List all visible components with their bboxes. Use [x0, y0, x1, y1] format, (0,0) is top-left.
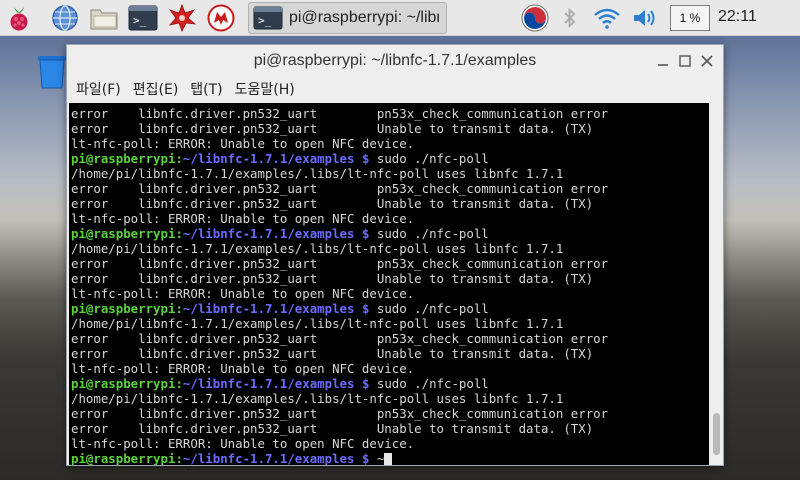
- terminal-output-line: lt-nfc-poll: ERROR: Unable to open NFC d…: [71, 436, 415, 451]
- prompt-path: ~/libnfc-1.7.1/examples: [182, 376, 355, 391]
- prompt-path: ~/libnfc-1.7.1/examples: [182, 301, 355, 316]
- raspberry-menu-icon[interactable]: [4, 3, 34, 33]
- prompt-colon: :: [175, 301, 183, 316]
- wifi-icon[interactable]: [592, 3, 622, 33]
- prompt-dollar: $: [354, 301, 370, 316]
- prompt-user: pi@raspberrypi: [71, 451, 176, 465]
- terminal-prompt-line: pi@raspberrypi:~/libnfc-1.7.1/examples $…: [71, 376, 608, 391]
- terminal-prompt-line: pi@raspberrypi:~/libnfc-1.7.1/examples $…: [71, 226, 608, 241]
- prompt-colon: :: [175, 226, 183, 241]
- terminal-prompt-line: pi@raspberrypi:~/libnfc-1.7.1/examples $…: [71, 451, 608, 465]
- trash-icon[interactable]: [36, 50, 68, 90]
- web-browser-icon[interactable]: [50, 3, 80, 33]
- vertical-scrollbar[interactable]: [711, 103, 723, 465]
- terminal-output-line: error libnfc.driver.pn532_uart pn53x_che…: [71, 181, 609, 196]
- prompt-command: sudo ./nfc-poll: [369, 301, 489, 316]
- terminal-output-line: /home/pi/libnfc-1.7.1/examples/.libs/lt-…: [71, 166, 564, 181]
- taskbar-panel: >_ >_ pi@raspberrypi: ~/libn 1 % 22:11: [0, 0, 800, 36]
- prompt-dollar: $: [354, 151, 370, 166]
- prompt-user: pi@raspberrypi: [71, 376, 176, 391]
- terminal-output-line: lt-nfc-poll: ERROR: Unable to open NFC d…: [71, 136, 415, 151]
- prompt-path: ~/libnfc-1.7.1/examples: [182, 226, 355, 241]
- terminal-output-line: /home/pi/libnfc-1.7.1/examples/.libs/lt-…: [71, 391, 564, 406]
- terminal-output-line: error libnfc.driver.pn532_uart pn53x_che…: [71, 406, 609, 421]
- terminal-output-line: error libnfc.driver.pn532_uart Unable to…: [71, 271, 594, 286]
- terminal-output-line: lt-nfc-poll: ERROR: Unable to open NFC d…: [71, 361, 415, 376]
- wolfram-icon[interactable]: [206, 3, 236, 33]
- prompt-user: pi@raspberrypi: [71, 151, 176, 166]
- prompt-colon: :: [175, 151, 183, 166]
- terminal-output-line: error libnfc.driver.pn532_uart pn53x_che…: [71, 106, 609, 121]
- menu-file[interactable]: 파일(F): [76, 79, 121, 99]
- scrollbar-thumb[interactable]: [713, 413, 720, 455]
- terminal-output-line: error libnfc.driver.pn532_uart Unable to…: [71, 346, 594, 361]
- prompt-command: sudo ./nfc-poll: [369, 226, 489, 241]
- minimize-icon[interactable]: [655, 53, 671, 69]
- menu-bar: 파일(F) 편집(E) 탭(T) 도움말(H): [67, 77, 723, 101]
- maximize-icon[interactable]: [677, 53, 693, 69]
- svg-text:>_: >_: [258, 14, 272, 27]
- prompt-command: ~: [369, 451, 385, 465]
- terminal-output-line: lt-nfc-poll: ERROR: Unable to open NFC d…: [71, 286, 415, 301]
- prompt-command: sudo ./nfc-poll: [369, 151, 489, 166]
- prompt-colon: :: [175, 376, 183, 391]
- menu-tabs[interactable]: 탭(T): [190, 79, 222, 99]
- close-icon[interactable]: [699, 53, 715, 69]
- terminal-lines: error libnfc.driver.pn532_uart pn53x_che…: [71, 106, 608, 465]
- prompt-user: pi@raspberrypi: [71, 226, 176, 241]
- volume-icon[interactable]: [630, 3, 660, 33]
- terminal-output-line: error libnfc.driver.pn532_uart Unable to…: [71, 421, 594, 436]
- terminal-output-line: /home/pi/libnfc-1.7.1/examples/.libs/lt-…: [71, 241, 564, 256]
- clock[interactable]: 22:11: [718, 8, 757, 26]
- prompt-dollar: $: [354, 226, 370, 241]
- prompt-user: pi@raspberrypi: [71, 301, 176, 316]
- menu-edit[interactable]: 편집(E): [133, 79, 179, 99]
- prompt-colon: :: [175, 451, 183, 465]
- terminal-icon: >_: [253, 6, 283, 30]
- window-title: pi@raspberrypi: ~/libnfc-1.7.1/examples: [253, 52, 537, 69]
- terminal-output-line: lt-nfc-poll: ERROR: Unable to open NFC d…: [71, 211, 415, 226]
- terminal-output-line: error libnfc.driver.pn532_uart pn53x_che…: [71, 256, 609, 271]
- terminal-output-line: error libnfc.driver.pn532_uart Unable to…: [71, 196, 594, 211]
- prompt-path: ~/libnfc-1.7.1/examples: [182, 451, 355, 465]
- terminal-prompt-line: pi@raspberrypi:~/libnfc-1.7.1/examples $…: [71, 151, 608, 166]
- terminal-output-line: /home/pi/libnfc-1.7.1/examples/.libs/lt-…: [71, 316, 564, 331]
- terminal-window: pi@raspberrypi: ~/libnfc-1.7.1/examples …: [66, 44, 724, 466]
- terminal-icon[interactable]: >_: [128, 3, 158, 33]
- taskbar-terminal-label: pi@raspberrypi: ~/libn: [289, 9, 439, 26]
- terminal-prompt-line: pi@raspberrypi:~/libnfc-1.7.1/examples $…: [71, 301, 608, 316]
- terminal-output-line: error libnfc.driver.pn532_uart pn53x_che…: [71, 331, 609, 346]
- window-titlebar[interactable]: pi@raspberrypi: ~/libnfc-1.7.1/examples: [67, 45, 723, 77]
- terminal-output[interactable]: error libnfc.driver.pn532_uart pn53x_che…: [69, 103, 709, 465]
- prompt-path: ~/libnfc-1.7.1/examples: [182, 151, 355, 166]
- cpu-usage-monitor[interactable]: 1 %: [670, 5, 710, 31]
- terminal-output-line: error libnfc.driver.pn532_uart Unable to…: [71, 121, 594, 136]
- svg-text:>_: >_: [133, 14, 147, 27]
- prompt-command: sudo ./nfc-poll: [369, 376, 489, 391]
- bluetooth-icon[interactable]: [558, 3, 582, 33]
- korean-input-icon[interactable]: [518, 3, 552, 33]
- prompt-dollar: $: [354, 451, 370, 465]
- math-kernel-icon[interactable]: [167, 3, 197, 33]
- menu-help[interactable]: 도움말(H): [235, 79, 295, 99]
- prompt-dollar: $: [354, 376, 370, 391]
- text-cursor: [384, 453, 393, 465]
- taskbar-terminal-button[interactable]: >_ pi@raspberrypi: ~/libn: [248, 2, 447, 34]
- file-manager-icon[interactable]: [89, 3, 119, 33]
